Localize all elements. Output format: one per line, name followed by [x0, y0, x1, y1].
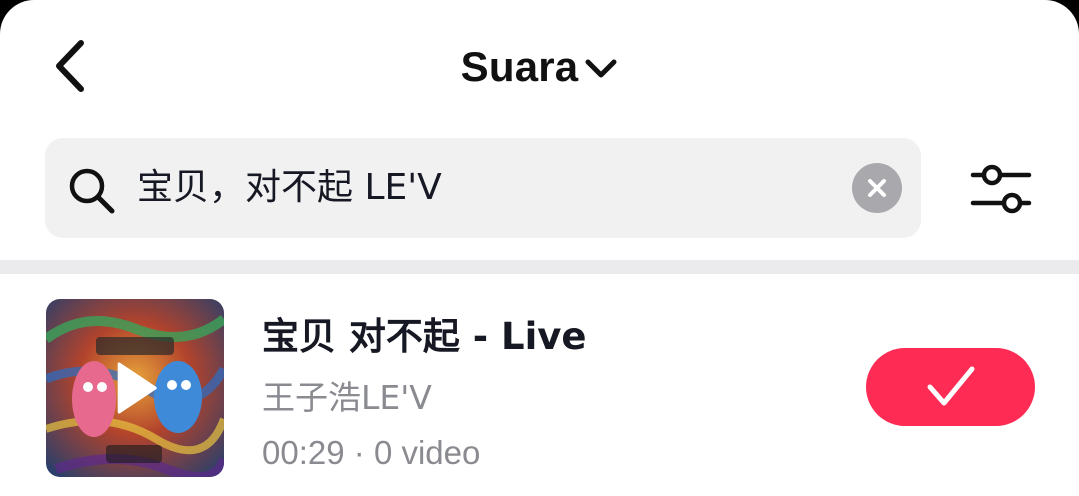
sound-result-row[interactable]: 宝贝 对不起 - Live 王子浩LE'V 00:29 · 0 video [0, 274, 1079, 496]
sound-meta: 00:29 · 0 video [262, 434, 480, 472]
page-title: Suara [460, 43, 579, 90]
section-divider [0, 260, 1079, 274]
select-sound-button[interactable] [866, 348, 1035, 426]
artist-name: 王子浩LE'V [262, 378, 432, 417]
clear-icon [868, 179, 886, 197]
filter-button[interactable] [966, 156, 1036, 222]
search-bar [45, 138, 921, 238]
sound-picker-sheet: Suara 宝贝，对不起 LE'V 宝贝 对不起 - Live 王子浩LE'V … [0, 0, 1079, 496]
filter-sliders-icon [970, 164, 1032, 214]
checkmark-icon [927, 366, 974, 406]
search-icon [69, 168, 115, 214]
chevron-down-icon [584, 58, 618, 80]
duration: 00:29 [262, 434, 345, 471]
album-cover[interactable] [46, 299, 224, 477]
sound-category-dropdown[interactable]: Suara [0, 38, 1079, 96]
play-icon [117, 362, 157, 414]
search-input[interactable] [137, 138, 797, 238]
meta-separator: · [353, 434, 365, 471]
song-title: 宝贝 对不起 - Live [262, 315, 587, 358]
video-count: 0 video [373, 434, 481, 471]
clear-search-button[interactable] [852, 163, 902, 213]
